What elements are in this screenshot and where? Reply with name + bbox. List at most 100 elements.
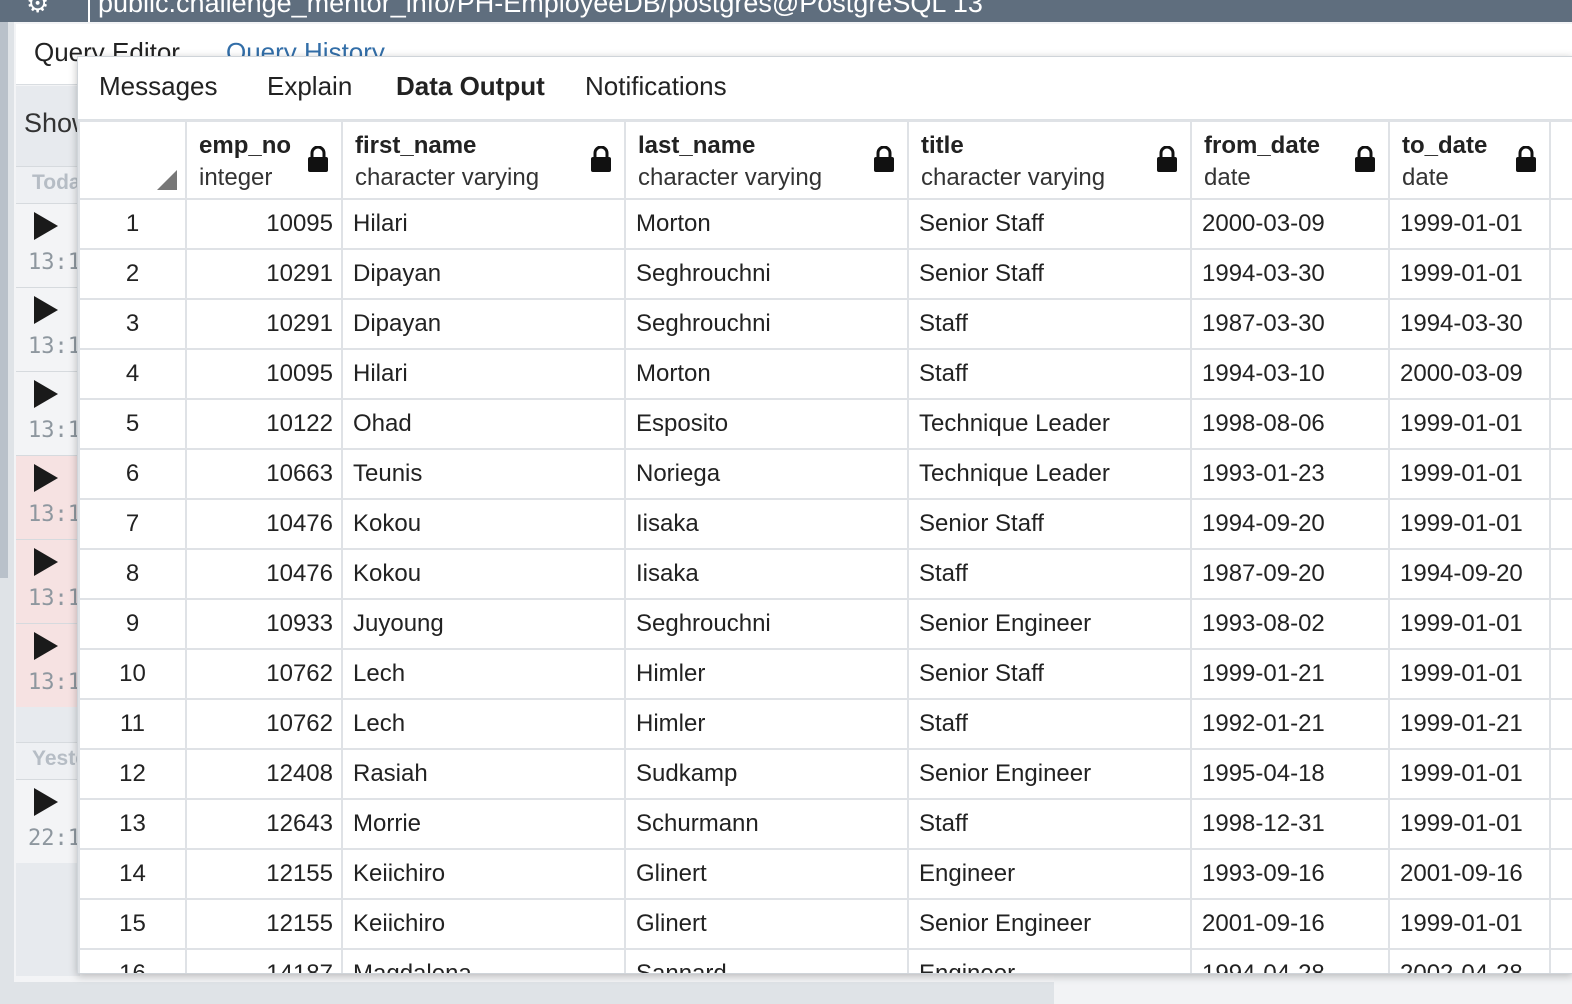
history-item[interactable]: 13:1 [16,203,80,287]
table-row[interactable]: 2 10291 Dipayan Seghrouchni Senior Staff… [78,248,1572,300]
cell-emp-no[interactable]: 10476 [185,548,343,600]
cell-first-name[interactable]: Morrie [341,798,626,850]
cell-from-date[interactable]: 1998-12-31 [1190,798,1390,850]
cell-title[interactable]: Staff [907,548,1192,600]
table-row[interactable]: 9 10933 Juyoung Seghrouchni Senior Engin… [78,598,1572,650]
cell-first-name[interactable]: Hilari [341,198,626,250]
cell-last-name[interactable]: Himler [624,698,909,750]
cell-from-date[interactable]: 1987-03-30 [1190,298,1390,350]
cell-title[interactable]: Staff [907,698,1192,750]
cell-emp-no[interactable]: 10476 [185,498,343,550]
cell-emp-no[interactable]: 14187 [185,948,343,973]
cell-title[interactable]: Senior Staff [907,648,1192,700]
cell-last-name[interactable]: Esposito [624,398,909,450]
cell-last-name[interactable]: Seghrouchni [624,248,909,300]
table-row[interactable]: 6 10663 Teunis Noriega Technique Leader … [78,448,1572,500]
cell-from-date[interactable]: 1992-01-21 [1190,698,1390,750]
cell-first-name[interactable]: Dipayan [341,248,626,300]
tab-explain[interactable]: Explain [267,71,352,102]
cell-from-date[interactable]: 1993-01-23 [1190,448,1390,500]
cell-from-date[interactable]: 1994-04-28 [1190,948,1390,973]
column-header-title[interactable]: title character varying [907,120,1192,200]
cell-emp-no[interactable]: 12155 [185,898,343,950]
cell-emp-no[interactable]: 10291 [185,248,343,300]
cell-title[interactable]: Senior Engineer [907,898,1192,950]
table-row[interactable]: 14 12155 Keiichiro Glinert Engineer 1993… [78,848,1572,900]
cell-first-name[interactable]: Keiichiro [341,898,626,950]
cell-emp-no[interactable]: 10095 [185,348,343,400]
cell-first-name[interactable]: Dipayan [341,298,626,350]
cell-to-date[interactable]: 1999-01-01 [1388,748,1551,800]
cell-last-name[interactable]: Iisaka [624,498,909,550]
cell-from-date[interactable]: 1994-03-30 [1190,248,1390,300]
cell-emp-no[interactable]: 10291 [185,298,343,350]
cell-from-date[interactable]: 2001-09-16 [1190,898,1390,950]
cell-emp-no[interactable]: 12155 [185,848,343,900]
table-row[interactable]: 12 12408 Rasiah Sudkamp Senior Engineer … [78,748,1572,800]
cell-to-date[interactable]: 1994-03-30 [1388,298,1551,350]
cell-first-name[interactable]: Juyoung [341,598,626,650]
cell-to-date[interactable]: 1999-01-01 [1388,598,1551,650]
cell-to-date[interactable]: 1999-01-01 [1388,648,1551,700]
cell-title[interactable]: Technique Leader [907,398,1192,450]
cell-title[interactable]: Senior Engineer [907,748,1192,800]
table-row[interactable]: 3 10291 Dipayan Seghrouchni Staff 1987-0… [78,298,1572,350]
column-header-last-name[interactable]: last_name character varying [624,120,909,200]
cell-emp-no[interactable]: 10762 [185,648,343,700]
cell-to-date[interactable]: 1999-01-01 [1388,198,1551,250]
tab-notifications[interactable]: Notifications [585,71,727,102]
cell-title[interactable]: Technique Leader [907,448,1192,500]
cell-from-date[interactable]: 1999-01-21 [1190,648,1390,700]
table-row[interactable]: 7 10476 Kokou Iisaka Senior Staff 1994-0… [78,498,1572,550]
column-header-emp-no[interactable]: emp_no integer [185,120,343,200]
cell-title[interactable]: Staff [907,298,1192,350]
table-row[interactable]: 11 10762 Lech Himler Staff 1992-01-21 19… [78,698,1572,750]
table-row[interactable]: 8 10476 Kokou Iisaka Staff 1987-09-20 19… [78,548,1572,600]
table-row[interactable]: 16 14187 Magdalena Sannard Engineer 1994… [78,948,1572,973]
cell-title[interactable]: Staff [907,798,1192,850]
table-row[interactable]: 4 10095 Hilari Morton Staff 1994-03-10 2… [78,348,1572,400]
column-header-from-date[interactable]: from_date date [1190,120,1390,200]
cell-last-name[interactable]: Seghrouchni [624,598,909,650]
cell-last-name[interactable]: Himler [624,648,909,700]
history-item[interactable]: 13:1 [16,371,80,455]
cell-to-date[interactable]: 1999-01-01 [1388,798,1551,850]
cell-title[interactable]: Senior Staff [907,198,1192,250]
cell-last-name[interactable]: Glinert [624,848,909,900]
select-all-cell[interactable] [78,120,187,200]
cell-first-name[interactable]: Kokou [341,548,626,600]
cell-last-name[interactable]: Sudkamp [624,748,909,800]
column-header-first-name[interactable]: first_name character varying [341,120,626,200]
cell-from-date[interactable]: 1998-08-06 [1190,398,1390,450]
history-item[interactable]: 13:1 [16,287,80,371]
cell-title[interactable]: Senior Staff [907,498,1192,550]
cell-emp-no[interactable]: 10663 [185,448,343,500]
cell-emp-no[interactable]: 10095 [185,198,343,250]
table-row[interactable]: 10 10762 Lech Himler Senior Staff 1999-0… [78,648,1572,700]
table-row[interactable]: 13 12643 Morrie Schurmann Staff 1998-12-… [78,798,1572,850]
cell-first-name[interactable]: Kokou [341,498,626,550]
cell-last-name[interactable]: Sannard [624,948,909,973]
cell-to-date[interactable]: 2000-03-09 [1388,348,1551,400]
cell-last-name[interactable]: Schurmann [624,798,909,850]
cell-from-date[interactable]: 1995-04-18 [1190,748,1390,800]
cell-emp-no[interactable]: 10122 [185,398,343,450]
cell-first-name[interactable]: Keiichiro [341,848,626,900]
cell-to-date[interactable]: 2001-09-16 [1388,848,1551,900]
cell-first-name[interactable]: Hilari [341,348,626,400]
cell-to-date[interactable]: 1999-01-01 [1388,398,1551,450]
history-item-error[interactable]: 13:1 [16,539,80,623]
cell-first-name[interactable]: Lech [341,698,626,750]
cell-first-name[interactable]: Lech [341,648,626,700]
cell-title[interactable]: Senior Engineer [907,598,1192,650]
table-row[interactable]: 1 10095 Hilari Morton Senior Staff 2000-… [78,198,1572,250]
tab-messages[interactable]: Messages [99,71,218,102]
column-header-to-date[interactable]: to_date date [1388,120,1551,200]
cell-to-date[interactable]: 2002-04-28 [1388,948,1551,973]
cell-from-date[interactable]: 2000-03-09 [1190,198,1390,250]
cell-last-name[interactable]: Noriega [624,448,909,500]
cell-first-name[interactable]: Teunis [341,448,626,500]
cell-from-date[interactable]: 1994-09-20 [1190,498,1390,550]
cell-emp-no[interactable]: 12408 [185,748,343,800]
cell-title[interactable]: Engineer [907,848,1192,900]
